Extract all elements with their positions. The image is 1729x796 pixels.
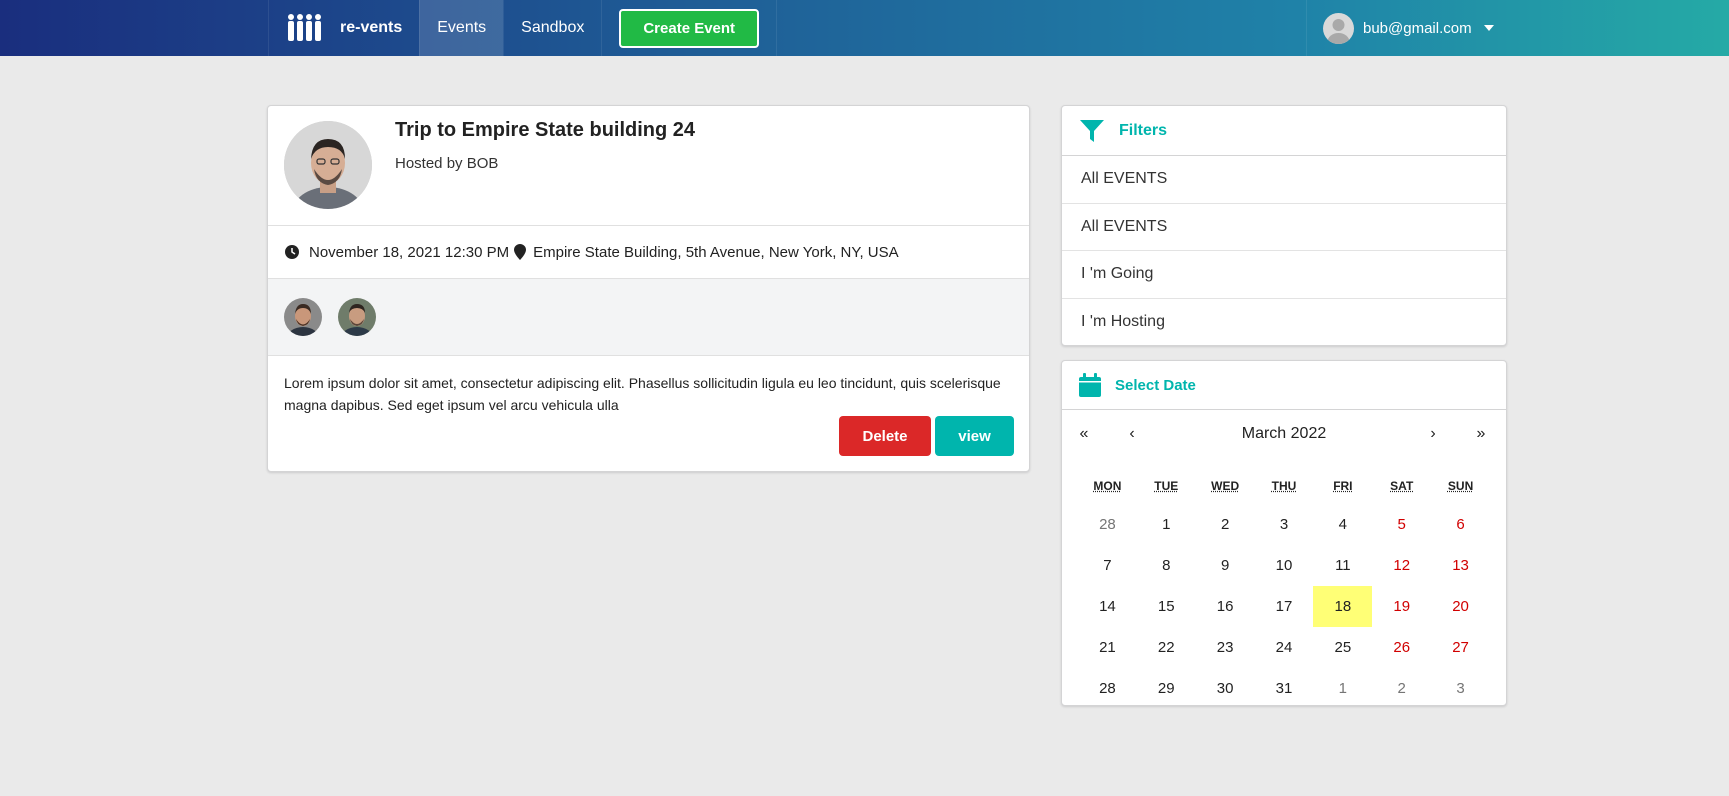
- attendee-photo: [284, 298, 322, 336]
- calendar-nav: March 2022 « ‹ › »: [1062, 410, 1506, 460]
- filters-menu: Filters All EVENTS All EVENTS I 'm Going…: [1061, 105, 1507, 346]
- calendar-day[interactable]: 23: [1196, 627, 1255, 668]
- filter-all-events[interactable]: All EVENTS: [1062, 156, 1506, 204]
- nav-sandbox[interactable]: Sandbox: [503, 0, 601, 56]
- calendar-day[interactable]: 11: [1313, 545, 1372, 586]
- calendar-day[interactable]: 9: [1196, 545, 1255, 586]
- user-email: bub@gmail.com: [1363, 19, 1472, 37]
- calendar-day[interactable]: 14: [1078, 586, 1137, 627]
- nav-events[interactable]: Events: [419, 0, 504, 56]
- calendar-day[interactable]: 30: [1196, 668, 1255, 709]
- attendee-avatar[interactable]: [284, 298, 322, 336]
- days-grid: 28 1 2 3 4 5 6 7 8 9 10 11 12 13 14 15 16 17 18 19 20 21 22 23 2…: [1078, 504, 1490, 709]
- host-avatar[interactable]: [284, 121, 372, 209]
- weekday-label: FRI: [1333, 479, 1353, 493]
- calendar-day[interactable]: 28: [1078, 504, 1137, 545]
- event-info: November 18, 2021 12:30 PM Empire State …: [268, 226, 1029, 279]
- attendee-photo: [338, 298, 376, 336]
- calendar-title: Select Date: [1115, 376, 1196, 394]
- calendar-day[interactable]: 1: [1313, 668, 1372, 709]
- clock-icon: [285, 245, 299, 259]
- filters-header: Filters: [1062, 106, 1506, 156]
- create-event-wrap: Create Event: [601, 0, 778, 56]
- weekday-label: MON: [1093, 479, 1122, 493]
- calendar-day[interactable]: 3: [1431, 668, 1490, 709]
- calendar-day[interactable]: 4: [1313, 504, 1372, 545]
- delete-button[interactable]: Delete: [839, 416, 931, 456]
- brand-name: re-vents: [340, 19, 403, 36]
- calendar-day[interactable]: 28: [1078, 668, 1137, 709]
- calendar-day[interactable]: 3: [1255, 504, 1314, 545]
- calendar-day[interactable]: 15: [1137, 586, 1196, 627]
- weekday-label: TUE: [1154, 479, 1179, 493]
- event-title: Trip to Empire State building 24: [395, 119, 696, 141]
- view-button[interactable]: view: [935, 416, 1014, 456]
- calendar-day[interactable]: 1: [1137, 504, 1196, 545]
- calendar-day[interactable]: 2: [1196, 504, 1255, 545]
- calendar-day[interactable]: 2: [1372, 668, 1431, 709]
- calendar-day[interactable]: 21: [1078, 627, 1137, 668]
- filter-icon: [1080, 119, 1104, 142]
- calendar-day[interactable]: 24: [1255, 627, 1314, 668]
- calendar-day[interactable]: 6: [1431, 504, 1490, 545]
- top-navbar: re-vents Events Sandbox Create Event bub…: [0, 0, 1729, 56]
- calendar-icon: [1079, 373, 1101, 397]
- calendar-day[interactable]: 31: [1255, 668, 1314, 709]
- attendee-avatar[interactable]: [338, 298, 376, 336]
- next-month-button[interactable]: ›: [1418, 425, 1448, 443]
- attendee-list: [268, 279, 1029, 356]
- filter-hosting[interactable]: I 'm Hosting: [1062, 299, 1506, 347]
- event-card: Trip to Empire State building 24 Hosted …: [267, 105, 1030, 472]
- brand-link[interactable]: re-vents: [268, 0, 419, 56]
- map-marker-icon: [514, 244, 527, 260]
- nav-left: re-vents Events Sandbox Create Event: [268, 0, 778, 56]
- event-datetime: November 18, 2021 12:30 PM: [309, 243, 510, 261]
- event-actions: Delete view: [839, 416, 1014, 456]
- chevron-down-icon[interactable]: [1483, 25, 1494, 31]
- calendar-day-selected[interactable]: 18: [1313, 586, 1373, 627]
- next-year-button[interactable]: »: [1466, 425, 1496, 443]
- calendar-day[interactable]: 26: [1372, 627, 1431, 668]
- user-placeholder-icon: [1327, 18, 1350, 44]
- event-host: Hosted by BOB: [395, 155, 499, 172]
- host-photo: [284, 121, 372, 209]
- weekday-label: SAT: [1390, 479, 1414, 493]
- weekday-label: THU: [1271, 479, 1297, 493]
- weekday-label: WED: [1211, 479, 1240, 493]
- prev-month-button[interactable]: ‹: [1117, 425, 1147, 443]
- event-header: Trip to Empire State building 24 Hosted …: [268, 106, 1029, 226]
- filters-title: Filters: [1119, 121, 1168, 139]
- calendar-day[interactable]: 19: [1372, 586, 1431, 627]
- calendar-day[interactable]: 8: [1137, 545, 1196, 586]
- calendar-day[interactable]: 27: [1431, 627, 1490, 668]
- calendar-day[interactable]: 13: [1431, 545, 1490, 586]
- calendar-day[interactable]: 12: [1372, 545, 1431, 586]
- calendar-day[interactable]: 20: [1431, 586, 1490, 627]
- calendar-day[interactable]: 25: [1313, 627, 1372, 668]
- calendar-day[interactable]: 22: [1137, 627, 1196, 668]
- user-menu[interactable]: bub@gmail.com: [1306, 0, 1494, 56]
- filter-all-events-2[interactable]: All EVENTS: [1062, 204, 1506, 251]
- calendar-day[interactable]: 7: [1078, 545, 1137, 586]
- user-avatar: [1323, 12, 1354, 44]
- calendar-day[interactable]: 16: [1196, 586, 1255, 627]
- filter-going[interactable]: I 'm Going: [1062, 251, 1506, 299]
- event-venue: Empire State Building, 5th Avenue, New Y…: [533, 243, 899, 261]
- calendar-day[interactable]: 5: [1372, 504, 1431, 545]
- calendar-day[interactable]: 29: [1137, 668, 1196, 709]
- calendar-day[interactable]: 17: [1255, 586, 1314, 627]
- calendar-day[interactable]: 10: [1255, 545, 1314, 586]
- weekday-label: SUN: [1447, 479, 1474, 493]
- calendar-header: Select Date: [1062, 361, 1506, 410]
- prev-year-button[interactable]: «: [1069, 425, 1099, 443]
- logo-icon: [288, 14, 321, 41]
- weekday-row: MON TUE WED THU FRI SAT SUN: [1062, 479, 1506, 493]
- date-picker: Select Date March 2022 « ‹ › » MON TUE W…: [1061, 360, 1507, 706]
- create-event-button[interactable]: Create Event: [619, 8, 760, 48]
